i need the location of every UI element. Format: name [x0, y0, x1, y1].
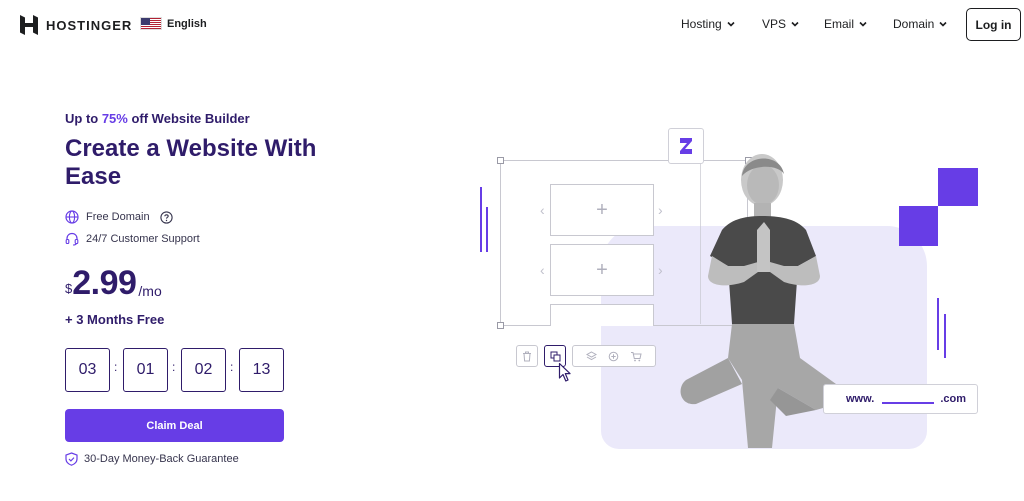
layers-icon[interactable] [586, 350, 598, 362]
feature-free-domain: Free Domain [65, 210, 173, 224]
promo-prefix: Up to [65, 111, 102, 126]
url-suffix: .com [940, 393, 967, 405]
chevron-down-icon [859, 21, 867, 27]
builder-slot [550, 304, 654, 326]
builder-toolbar [516, 345, 656, 367]
price-period: /mo [138, 283, 162, 299]
accent-line [937, 298, 939, 350]
tool-group [572, 345, 656, 367]
shield-check-icon [65, 452, 78, 466]
countdown-separator: : [172, 360, 176, 374]
chevron-left-icon: ‹ [540, 262, 545, 278]
trash-icon [523, 351, 531, 361]
countdown-hours: 01 [123, 348, 168, 392]
help-icon[interactable] [159, 210, 173, 224]
nav-email[interactable]: Email [824, 17, 868, 31]
countdown-minutes: 02 [181, 348, 226, 392]
builder-slot: + [550, 244, 654, 296]
bonus-offer: + 3 Months Free [65, 312, 165, 327]
chevron-left-icon: ‹ [540, 202, 545, 218]
countdown-separator: : [114, 360, 118, 374]
accent-square [938, 168, 978, 206]
globe-icon [65, 210, 79, 224]
accent-square [899, 206, 938, 246]
add-circle-icon[interactable] [608, 351, 619, 362]
copy-icon [550, 351, 560, 361]
chevron-down-icon [939, 21, 947, 27]
feature-label: Free Domain [86, 211, 150, 223]
chevron-right-icon: › [658, 262, 663, 278]
accent-line [944, 314, 946, 358]
frame-handle [497, 322, 504, 329]
countdown-days: 03 [65, 348, 110, 392]
page-title: Create a Website With Ease [65, 135, 317, 190]
cursor-icon [558, 362, 571, 382]
nav-domain-label: Domain [893, 17, 935, 31]
chevron-down-icon [727, 21, 735, 27]
accent-line [480, 187, 482, 252]
countdown-separator: : [230, 360, 234, 374]
headset-icon [65, 232, 79, 246]
nav-domain[interactable]: Domain [893, 17, 948, 31]
language-label: English [167, 17, 207, 30]
delete-tool[interactable] [516, 345, 538, 367]
cart-icon[interactable] [630, 351, 642, 362]
chevron-right-icon: › [658, 202, 663, 218]
nav-email-label: Email [824, 17, 855, 31]
price-display: $ 2.99 /mo [65, 264, 162, 302]
login-button[interactable]: Log in [966, 8, 1021, 41]
claim-deal-button[interactable]: Claim Deal [65, 409, 284, 442]
brand-name: HOSTINGER [46, 17, 133, 33]
brand-logo[interactable]: HOSTINGER [20, 15, 132, 35]
price-currency: $ [65, 281, 73, 296]
site-header: HOSTINGER English Hosting VPS Email Doma… [0, 0, 1024, 50]
language-selector[interactable]: English [140, 17, 207, 30]
hostinger-logo-icon [20, 15, 38, 35]
money-back-guarantee: 30-Day Money-Back Guarantee [65, 452, 239, 466]
guarantee-label: 30-Day Money-Back Guarantee [84, 453, 239, 465]
feature-label: 24/7 Customer Support [86, 233, 200, 245]
promo-tagline: Up to 75% off Website Builder [65, 111, 250, 126]
promo-discount: 75% [101, 111, 128, 126]
accent-line [486, 207, 488, 252]
countdown-seconds: 13 [239, 348, 284, 392]
url-blank-line [882, 402, 935, 404]
nav-hosting-label: Hosting [681, 17, 722, 31]
nav-hosting[interactable]: Hosting [681, 17, 736, 31]
nav-vps-label: VPS [762, 17, 787, 31]
price-amount: 2.99 [72, 264, 137, 302]
frame-handle [497, 157, 504, 164]
us-flag-icon [140, 17, 162, 30]
hero-illustration: + + ‹ › ‹ › www. .com [470, 120, 1024, 460]
url-prefix: www. [846, 393, 875, 405]
feature-support: 24/7 Customer Support [65, 232, 200, 246]
promo-suffix: off Website Builder [127, 111, 250, 126]
chevron-down-icon [791, 21, 799, 27]
nav-vps[interactable]: VPS [762, 17, 800, 31]
builder-slot: + [550, 184, 654, 236]
domain-url-box: www. .com [823, 384, 978, 414]
